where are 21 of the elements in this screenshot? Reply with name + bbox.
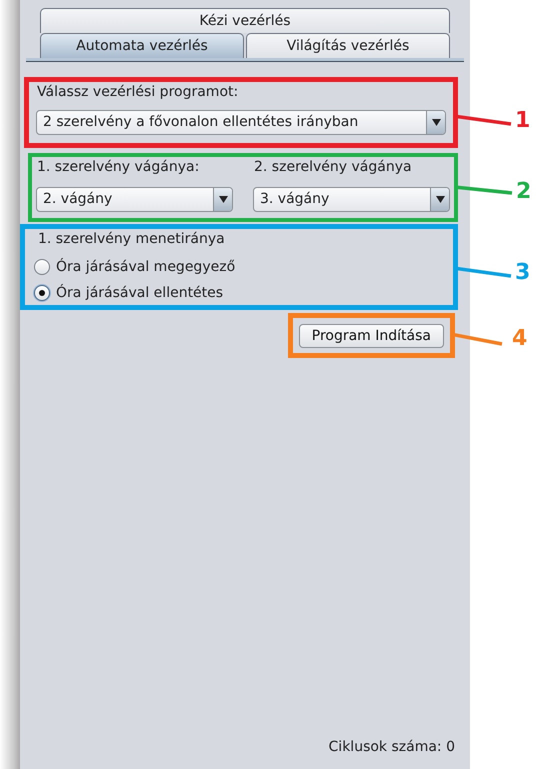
cycle-count-label: Ciklusok száma: 0 [328,739,455,755]
caret-icon [218,196,228,203]
annotation-number: 3 [515,262,530,284]
program-dropdown[interactable]: 2 szerelvény a fővonalon ellentétes irányban [36,110,446,135]
radio-option[interactable]: Óra járásával megegyező [34,259,441,275]
track-dropdown[interactable]: 3. vágány [253,187,450,212]
caret-icon [436,196,444,203]
tab[interactable]: Kézi vezérlés [40,8,450,33]
tab[interactable]: Automata vezérlés [40,33,244,58]
track-label: 1. szerelvény vágánya: [36,159,200,175]
tab[interactable]: Világítás vezérlés [246,33,450,58]
start-program-button[interactable]: Program Indítása [298,324,444,348]
track-label: 2. szerelvény vágánya [253,159,413,175]
program-label: Válassz vezérlési programot: [36,84,240,100]
direction-label: 1. szerelvény menetiránya [37,231,226,247]
track-dropdown[interactable]: 2. vágány [36,187,233,212]
annotation-number: 1 [515,110,530,132]
radio-option[interactable]: Óra járásával ellentétes [34,285,441,301]
caret-icon [432,119,440,126]
annotation-number: 2 [516,181,532,203]
annotation-number: 4 [512,328,528,350]
